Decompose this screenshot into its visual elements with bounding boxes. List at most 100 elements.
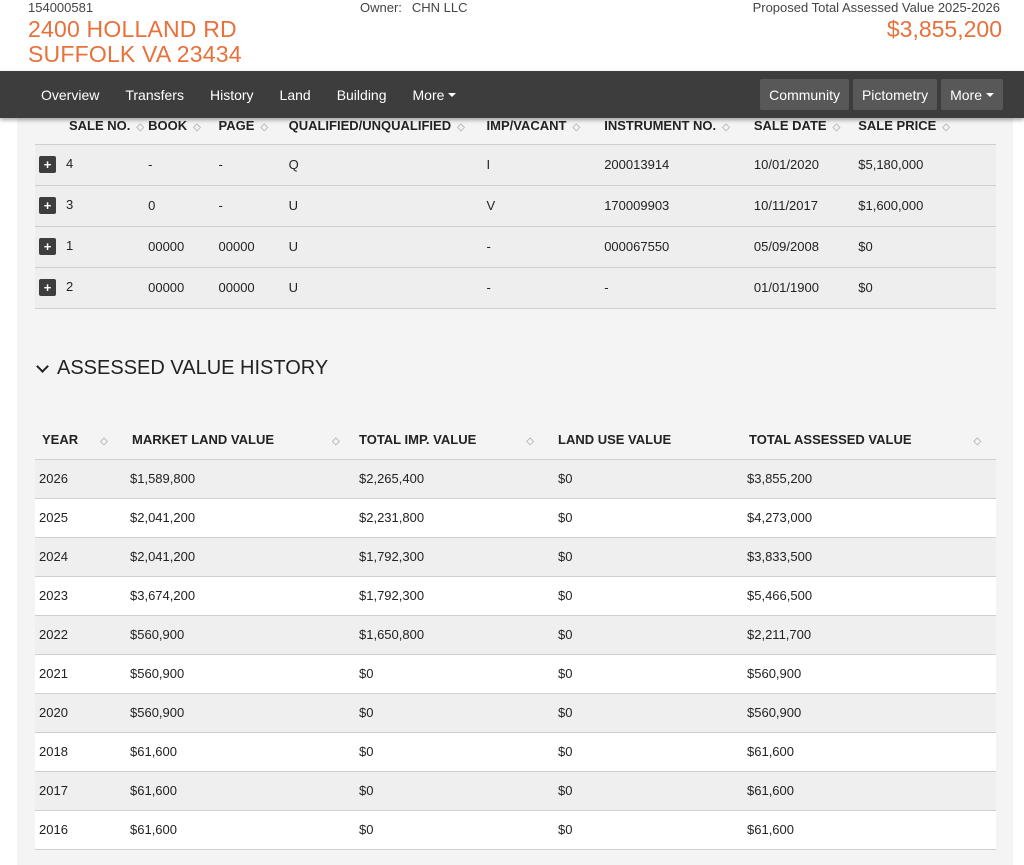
owner-name: CHN LLC — [411, 0, 468, 15]
market-land-cell: $2,041,200 — [126, 536, 355, 576]
imp-vacant-cell: - — [482, 225, 601, 267]
sales-table: SALE NO. ◇ BOOK ◇ PAGE ◇ QUALIFIED/UNQUALIF… — [35, 108, 996, 309]
year-cell: 2025 — [35, 497, 126, 537]
total-imp-cell: $1,792,300 — [355, 575, 554, 615]
market-land-cell: $61,600 — [126, 731, 355, 771]
imp-vacant-cell: - — [482, 266, 601, 309]
land-use-cell: $0 — [554, 497, 743, 537]
history-header-year[interactable]: YEAR ◇ — [35, 420, 126, 459]
land-use-cell: $0 — [554, 614, 743, 654]
year-cell: 2021 — [35, 653, 126, 693]
community-button-label: Community — [769, 86, 840, 103]
total-assessed-cell: $61,600 — [743, 809, 996, 850]
year-cell: 2023 — [35, 575, 126, 615]
nav-land[interactable]: Land — [267, 87, 324, 103]
total-imp-cell: $0 — [355, 809, 554, 850]
total-assessed-cell: $560,900 — [743, 692, 996, 732]
history-header-total-assessed[interactable]: TOTAL ASSESSED VALUE ◇ — [743, 420, 996, 459]
instrument-cell: 200013914 — [600, 143, 750, 185]
sale-date-cell: 01/01/1900 — [749, 266, 855, 309]
total-assessed-cell: $4,273,000 — [743, 497, 996, 537]
sale-price-cell: $5,180,000 — [854, 143, 996, 185]
sort-icon: ◇ — [722, 122, 730, 134]
nav-land-label: Land — [279, 86, 311, 103]
sales-header-instrument-no[interactable]: INSTRUMENT NO. ◇ — [600, 108, 750, 144]
land-use-cell: $0 — [554, 731, 743, 771]
sales-row: +1 00000 00000 U - 000067550 05/09/2008 … — [35, 225, 996, 267]
owner: Owner: CHN LLC — [360, 0, 468, 15]
sale-date-cell: 10/11/2017 — [749, 184, 855, 226]
sales-header-row: SALE NO. ◇ BOOK ◇ PAGE ◇ QUALIFIED/UNQUALIF… — [35, 108, 996, 144]
sales-header-qualified[interactable]: QUALIFIED/UNQUALIFIED ◇ — [285, 108, 483, 144]
sort-icon: ◇ — [193, 122, 201, 134]
owner-label: Owner: — [360, 0, 402, 15]
sale-no-cell: +2 — [35, 266, 145, 309]
nav-overview[interactable]: Overview — [28, 87, 112, 103]
book-cell: - — [144, 143, 215, 185]
total-imp-cell: $2,265,400 — [355, 458, 554, 498]
history-row: 2025 $2,041,200 $2,231,800 $0 $4,273,000 — [35, 497, 996, 537]
qualified-cell: U — [284, 266, 483, 309]
history-header-market-land[interactable]: MARKET LAND VALUE ◇ — [126, 420, 355, 459]
sales-header-sale-date[interactable]: SALE DATE ◇ — [750, 108, 854, 144]
expand-plus-icon[interactable]: + — [39, 197, 56, 215]
sale-date-cell: 10/01/2020 — [749, 143, 855, 185]
nav-more-dropdown[interactable]: More — [400, 87, 470, 103]
history-row: 2018 $61,600 $0 $0 $61,600 — [35, 731, 996, 771]
sort-icon: ◇ — [332, 435, 340, 447]
land-use-cell: $0 — [554, 458, 743, 498]
history-row: 2017 $61,600 $0 $0 $61,600 — [35, 770, 996, 810]
page-cell: 00000 — [214, 225, 285, 267]
year-cell: 2020 — [35, 692, 126, 732]
history-row: 2021 $560,900 $0 $0 $560,900 — [35, 653, 996, 693]
total-assessed-cell: $61,600 — [743, 731, 996, 771]
total-assessed-cell: $3,855,200 — [743, 458, 996, 498]
expand-plus-icon[interactable]: + — [39, 279, 56, 297]
proposed-value-label: Proposed Total Assessed Value 2025-2026 — [752, 0, 1000, 15]
market-land-cell: $560,900 — [126, 653, 355, 693]
history-row: 2023 $3,674,200 $1,792,300 $0 $5,466,500 — [35, 575, 996, 615]
history-row: 2020 $560,900 $0 $0 $560,900 — [35, 692, 996, 732]
land-use-cell: $0 — [554, 809, 743, 850]
sort-icon: ◇ — [973, 435, 982, 447]
year-cell: 2016 — [35, 809, 126, 850]
sales-header-imp-vacant[interactable]: IMP/VACANT ◇ — [483, 108, 601, 144]
nav-transfers-label: Transfers — [125, 86, 184, 103]
nav-transfers[interactable]: Transfers — [112, 87, 197, 103]
expand-plus-icon[interactable]: + — [39, 238, 56, 256]
imp-vacant-cell: V — [482, 184, 601, 226]
total-assessed-cell: $2,211,700 — [743, 614, 996, 654]
book-cell: 00000 — [144, 225, 215, 267]
page-cell: - — [214, 184, 285, 226]
market-land-cell: $2,041,200 — [126, 497, 355, 537]
sales-header-page[interactable]: PAGE ◇ — [215, 108, 285, 144]
nav-history[interactable]: History — [197, 87, 267, 103]
sales-header-sale-price[interactable]: SALE PRICE ◇ — [854, 108, 996, 144]
more-button-label: More — [950, 86, 982, 103]
qualified-cell: Q — [284, 143, 483, 185]
address-line-2: SUFFOLK VA 23434 — [28, 41, 242, 67]
imp-vacant-cell: I — [482, 143, 601, 185]
page-cell: - — [214, 143, 285, 185]
more-dropdown-button[interactable]: More — [941, 79, 1003, 110]
address-line-1: 2400 HOLLAND RD — [28, 16, 237, 42]
qualified-cell: U — [284, 225, 483, 267]
instrument-cell: 000067550 — [600, 225, 750, 267]
total-imp-cell: $0 — [355, 653, 554, 693]
book-cell: 0 — [144, 184, 215, 226]
assessed-history-toggle[interactable]: ASSESSED VALUE HISTORY — [36, 357, 328, 380]
market-land-cell: $1,589,800 — [126, 458, 355, 498]
qualified-cell: U — [284, 184, 483, 226]
history-header-total-imp[interactable]: TOTAL IMP. VALUE ◇ — [355, 420, 554, 459]
sales-header-sale-no[interactable]: SALE NO. ◇ — [35, 108, 144, 144]
nav-building[interactable]: Building — [324, 87, 400, 103]
pictometry-button[interactable]: Pictometry — [852, 79, 938, 110]
expand-plus-icon[interactable]: + — [39, 156, 56, 174]
sort-icon: ◇ — [526, 435, 534, 447]
sort-icon: ◇ — [100, 435, 108, 447]
sales-header-book[interactable]: BOOK ◇ — [144, 108, 214, 144]
community-button[interactable]: Community — [760, 79, 849, 110]
market-land-cell: $560,900 — [126, 614, 355, 654]
history-header-land-use[interactable]: LAND USE VALUE — [554, 420, 743, 459]
nav-right: Community Pictometry More — [760, 79, 1003, 110]
